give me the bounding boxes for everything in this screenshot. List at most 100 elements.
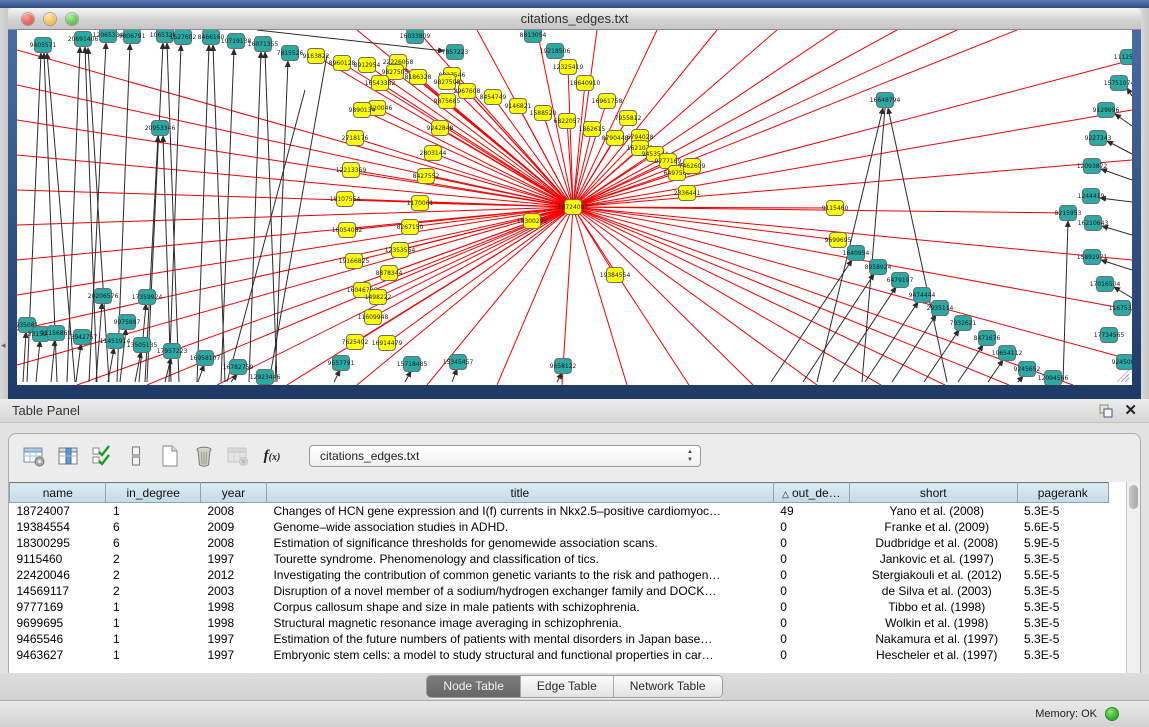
memory-status-label[interactable]: Memory: OK: [1035, 708, 1097, 720]
network-node[interactable]: 8454749: [480, 90, 507, 105]
network-node[interactable]: 9658122: [550, 359, 577, 374]
network-node[interactable]: 15345457: [443, 355, 474, 370]
cell-title[interactable]: Structural magnetic resonance image aver…: [266, 615, 773, 631]
float-panel-icon[interactable]: [1099, 404, 1113, 418]
cell-short[interactable]: de Silva et al. (2003): [849, 583, 1017, 599]
cell-title[interactable]: Investigating the contribution of common…: [266, 567, 773, 583]
cell-short[interactable]: Wolkin et al. (1998): [849, 615, 1017, 631]
network-node[interactable]: 16071355: [248, 37, 279, 52]
table-row[interactable]: 946362711997Embryonic stem cells: a mode…: [10, 647, 1109, 663]
select-rows-button[interactable]: [87, 441, 117, 471]
cell-name[interactable]: 19384554: [10, 519, 106, 535]
canvas-resize-grip[interactable]: [1117, 370, 1129, 382]
cell-out_degree[interactable]: 49: [773, 503, 849, 519]
cell-title[interactable]: Estimation of the future numbers of pati…: [266, 631, 773, 647]
network-node[interactable]: 10654112: [992, 346, 1023, 361]
cell-out_degree[interactable]: 0: [773, 567, 849, 583]
cell-year[interactable]: 1998: [200, 599, 266, 615]
cell-in_degree[interactable]: 1: [106, 503, 200, 519]
cell-pagerank[interactable]: 5.3E-5: [1017, 647, 1108, 663]
cell-pagerank[interactable]: 5.3E-5: [1017, 503, 1108, 519]
cell-pagerank[interactable]: 5.5E-5: [1017, 567, 1108, 583]
cell-in_degree[interactable]: 1: [106, 615, 200, 631]
network-node[interactable]: 11609948: [358, 310, 389, 325]
table-options-button[interactable]: [19, 441, 49, 471]
cell-name[interactable]: 18300295: [10, 535, 106, 551]
cell-out_degree[interactable]: 0: [773, 535, 849, 551]
network-node[interactable]: 9699695: [825, 233, 852, 248]
network-node[interactable]: 12213369: [336, 163, 367, 178]
network-node[interactable]: 1244419: [1078, 189, 1105, 204]
network-node[interactable]: 7955812: [615, 111, 642, 126]
scrollbar-thumb[interactable]: [1129, 485, 1138, 509]
network-node[interactable]: 9245082: [1112, 355, 1132, 370]
cell-name[interactable]: 9777169: [10, 599, 106, 615]
cell-in_degree[interactable]: 2: [106, 551, 200, 567]
cell-title[interactable]: Tourette syndrome. Phenomenology and cla…: [266, 551, 773, 567]
cell-out_degree[interactable]: 0: [773, 583, 849, 599]
cell-name[interactable]: 9463627: [10, 647, 106, 663]
network-node[interactable]: 2935114: [927, 301, 954, 316]
network-node[interactable]: 16782759: [223, 360, 254, 375]
cell-title[interactable]: Estimation of significance thresholds fo…: [266, 535, 773, 551]
network-node[interactable]: 20953346: [145, 121, 176, 136]
cell-name[interactable]: 18724007: [10, 503, 106, 519]
cell-in_degree[interactable]: 1: [106, 647, 200, 663]
network-node[interactable]: 9129996: [1093, 103, 1120, 118]
column-selector-button[interactable]: [53, 441, 83, 471]
tab-network-table[interactable]: Network Table: [614, 676, 722, 697]
network-node[interactable]: 9115460: [822, 201, 849, 216]
cell-in_degree[interactable]: 6: [106, 519, 200, 535]
cell-short[interactable]: Dudbridge et al. (2008): [849, 535, 1017, 551]
network-node[interactable]: 17359924: [132, 290, 163, 305]
network-node[interactable]: 8960128: [329, 56, 356, 71]
cell-short[interactable]: Franke et al. (2009): [849, 519, 1017, 535]
network-node[interactable]: 1167533: [1109, 301, 1132, 316]
network-node[interactable]: 16210643: [1078, 216, 1109, 231]
cell-pagerank[interactable]: 5.3E-5: [1017, 551, 1108, 567]
stacked-rows-button[interactable]: [121, 441, 151, 471]
network-node[interactable]: 9975887: [114, 315, 141, 330]
cell-in_degree[interactable]: 2: [106, 583, 200, 599]
cell-in_degree[interactable]: 2: [106, 567, 200, 583]
cell-title[interactable]: Embryonic stem cells: a model to study s…: [266, 647, 773, 663]
network-node[interactable]: 11125491: [1114, 50, 1132, 65]
cell-pagerank[interactable]: 5.9E-5: [1017, 535, 1108, 551]
network-node[interactable]: 7815526: [277, 46, 304, 61]
table-row[interactable]: 1830029562008Estimation of significance …: [10, 535, 1109, 551]
delete-rows-button[interactable]: [189, 441, 219, 471]
cell-out_degree[interactable]: 0: [773, 631, 849, 647]
network-window-titlebar[interactable]: citations_edges.txt: [8, 8, 1141, 30]
network-node[interactable]: 20206576: [88, 289, 119, 304]
panel-collapse-arrow-icon[interactable]: ◂: [1, 340, 6, 351]
create-table-button[interactable]: [155, 441, 185, 471]
cell-short[interactable]: Jankovic et al. (1997): [849, 551, 1017, 567]
cell-name[interactable]: 9465546: [10, 631, 106, 647]
network-node[interactable]: 18107554: [330, 192, 361, 207]
cell-year[interactable]: 1997: [200, 551, 266, 567]
cell-year[interactable]: 2008: [200, 535, 266, 551]
network-node[interactable]: 16054082: [332, 223, 363, 238]
network-node[interactable]: 12325419: [553, 60, 584, 75]
network-node[interactable]: 16033809: [400, 30, 431, 44]
network-node[interactable]: 2803144: [420, 146, 447, 161]
network-node[interactable]: 9227343: [1085, 131, 1112, 146]
table-row[interactable]: 946554611997Estimation of the future num…: [10, 631, 1109, 647]
cell-in_degree[interactable]: 6: [106, 535, 200, 551]
cell-year[interactable]: 2009: [200, 519, 266, 535]
cell-out_degree[interactable]: 0: [773, 551, 849, 567]
cell-out_degree[interactable]: 0: [773, 519, 849, 535]
function-builder-button[interactable]: f(x): [257, 441, 287, 471]
column-header-out_degree[interactable]: △out_de…: [773, 483, 849, 503]
table-row[interactable]: 1938455462009Genome–wide association stu…: [10, 519, 1109, 535]
network-node[interactable]: 6479197: [887, 273, 914, 288]
memory-status-indicator[interactable]: [1105, 707, 1119, 721]
cell-pagerank[interactable]: 5.3E-5: [1017, 615, 1108, 631]
cell-pagerank[interactable]: 5.6E-5: [1017, 519, 1108, 535]
network-node[interactable]: 7857223: [442, 45, 469, 60]
network-node[interactable]: 16648794: [870, 93, 901, 108]
cell-name[interactable]: 9115460: [10, 551, 106, 567]
network-node[interactable]: 8878344: [376, 266, 403, 281]
network-node[interactable]: 12353554: [385, 243, 416, 258]
network-node[interactable]: 12093872: [1077, 159, 1108, 174]
